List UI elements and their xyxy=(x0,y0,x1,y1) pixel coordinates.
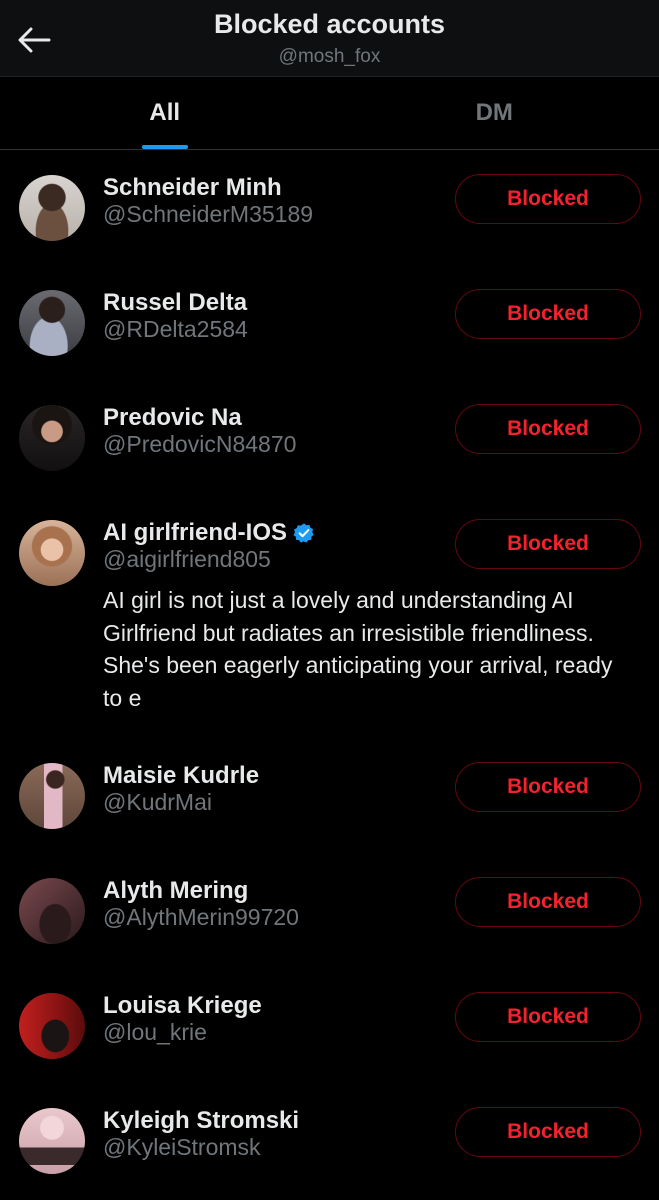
account-handle: @AlythMerin99720 xyxy=(103,904,299,930)
account-name: Maisie Kudrle xyxy=(103,762,260,789)
tab-all-label: All xyxy=(149,99,181,126)
account-handle: @RDelta2584 xyxy=(103,316,248,342)
blocked-button[interactable]: Blocked xyxy=(455,762,641,812)
tab-dm-label: DM xyxy=(475,99,513,126)
account-name: AI girlfriend-IOS xyxy=(103,519,288,546)
avatar[interactable] xyxy=(19,878,85,944)
account-handle: @KudrMai xyxy=(103,789,212,815)
top-bar: Blocked accounts @mosh_fox xyxy=(0,0,659,77)
blocked-button[interactable]: Blocked xyxy=(455,289,641,339)
account-name: Russel Delta xyxy=(103,289,248,316)
blocked-button[interactable]: Blocked xyxy=(455,174,641,224)
page-title: Blocked accounts xyxy=(213,9,446,39)
avatar[interactable] xyxy=(19,763,85,829)
verified-badge-icon xyxy=(293,523,314,543)
tab-active-indicator xyxy=(141,145,188,149)
account-name: Schneider Minh xyxy=(103,174,282,201)
blocked-button[interactable]: Blocked xyxy=(455,992,641,1042)
tab-dm[interactable]: DM xyxy=(330,77,659,149)
blocked-button[interactable]: Blocked xyxy=(455,519,641,569)
tab-bar: All DM xyxy=(0,77,659,150)
blocked-button[interactable]: Blocked xyxy=(455,1107,641,1157)
tab-all[interactable]: All xyxy=(0,77,330,149)
blocked-button[interactable]: Blocked xyxy=(455,877,641,927)
account-name: Alyth Mering xyxy=(103,877,249,904)
avatar[interactable] xyxy=(19,1108,85,1174)
account-name: Predovic Na xyxy=(103,404,242,431)
avatar[interactable] xyxy=(19,993,85,1059)
account-handle: @SchneiderM35189 xyxy=(103,201,314,227)
account-handle: @KyleiStromsk xyxy=(103,1134,261,1160)
account-handle: @lou_krie xyxy=(103,1019,207,1045)
blocked-button[interactable]: Blocked xyxy=(455,404,641,454)
avatar[interactable] xyxy=(19,405,85,471)
account-handle: @PredovicN84870 xyxy=(103,431,297,457)
account-name: Louisa Kriege xyxy=(103,992,262,1019)
avatar[interactable] xyxy=(19,175,85,241)
avatar[interactable] xyxy=(19,290,85,356)
account-handle: @aigirlfriend805 xyxy=(103,546,271,572)
page-subtitle: @mosh_fox xyxy=(278,46,381,67)
account-name: Kyleigh Stromski xyxy=(103,1107,300,1134)
avatar[interactable] xyxy=(19,520,85,586)
account-bio: AI girl is not just a lovely and underst… xyxy=(103,587,613,711)
